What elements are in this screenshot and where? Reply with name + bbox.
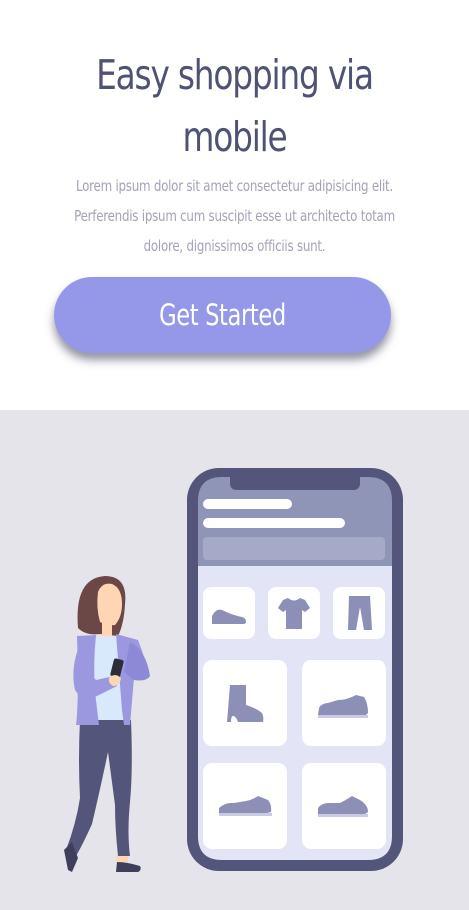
phone-mockup (187, 468, 403, 871)
get-started-label: Get Started (159, 298, 286, 332)
illustration-svg (64, 468, 403, 872)
hero-title: Easy shopping via mobile (96, 51, 374, 161)
woman-neck (102, 622, 112, 636)
shopping-illustration (0, 410, 469, 910)
product-card[interactable] (203, 660, 287, 746)
get-started-button[interactable]: Get Started (54, 277, 391, 353)
hero-section: Easy shopping via mobile Lorem ipsum dol… (0, 0, 469, 410)
woman-face (97, 583, 122, 626)
product-card[interactable] (203, 587, 255, 639)
product-card[interactable] (203, 763, 287, 849)
phone-notch (230, 472, 360, 490)
product-card[interactable] (302, 660, 386, 746)
product-card[interactable] (302, 763, 386, 849)
header-line-2 (203, 518, 345, 528)
woman-shoe-right (116, 862, 141, 872)
product-card[interactable] (333, 587, 385, 639)
phone-search-bar (203, 537, 385, 560)
header-line-1 (203, 499, 292, 509)
woman-figure (64, 576, 150, 872)
woman-legs (66, 720, 132, 856)
product-card[interactable] (268, 587, 320, 639)
hero-description: Lorem ipsum dolor sit amet consectetur a… (74, 177, 395, 255)
